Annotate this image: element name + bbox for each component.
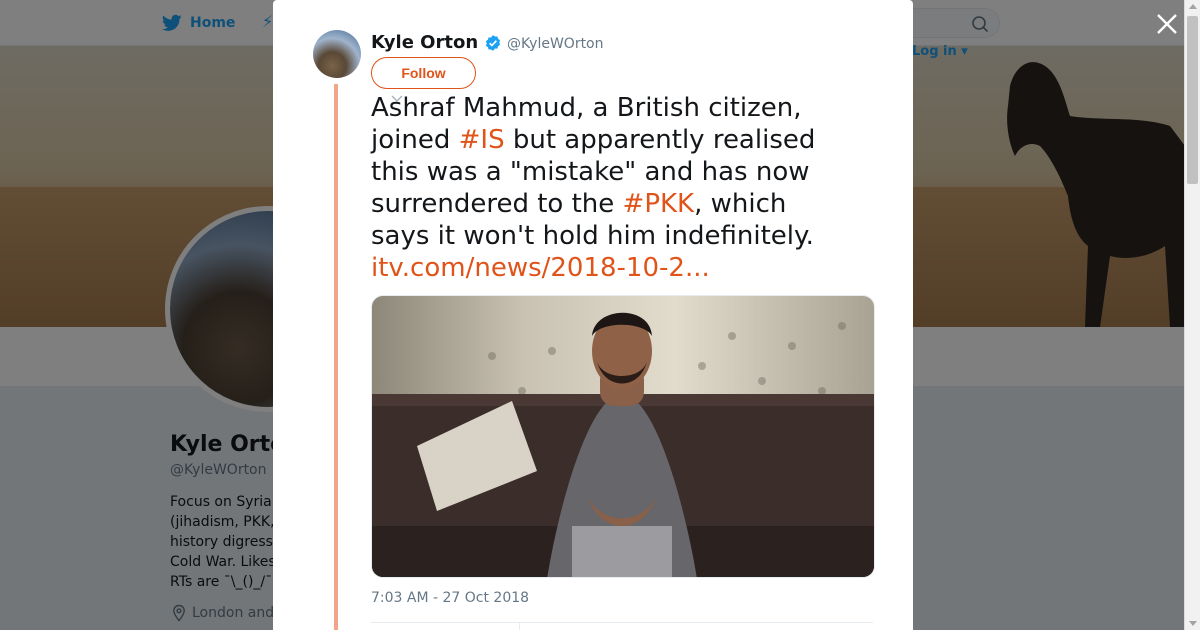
tweet-url-link[interactable]: itv.com/news/2018-10-2... [371,252,871,284]
follow-button[interactable]: Follow [371,57,476,89]
close-icon[interactable] [1155,12,1179,36]
tweet-photo [372,296,874,577]
tweet-author-handle[interactable]: @KyleWOrton [507,36,604,52]
tweet-text-fragment: , which [694,189,787,219]
tweet-text-line: this was a "mistake" and has now [371,157,810,187]
verified-badge-icon [486,34,501,51]
tweet-timestamp[interactable]: 7:03 AM - 27 Oct 2018 [371,590,529,606]
tweet-text: Ashraf Mahmud, a British citizen, joined… [371,92,871,284]
scroll-down-arrow[interactable] [1189,621,1197,626]
thread-line [334,84,338,630]
tweet-text-fragment: surrendered to the [371,189,623,219]
tweet-text-fragment: but apparently realised [504,125,816,155]
tweet-divider [371,622,873,623]
page-scrollbar[interactable] [1184,0,1200,630]
tweet-text-line: Ashraf Mahmud, a British citizen, [371,93,802,123]
tweet-media-image[interactable] [371,295,875,578]
scroll-up-arrow[interactable] [1189,4,1197,9]
tweet-modal: Kyle Orton @KyleWOrton Follow Ashraf Mah… [273,0,913,630]
tweet-text-line: surrendered to the #PKK, which [371,188,871,220]
tweet-text-line: says it won't hold him indefinitely. [371,221,814,251]
tweet-author-name[interactable]: Kyle Orton [371,32,478,53]
tweet-author-name-row[interactable]: Kyle Orton [371,32,502,53]
tweet-author-avatar[interactable] [313,30,361,78]
hashtag-is-link[interactable]: #IS [459,125,505,155]
tweet-stats-divider [519,622,520,630]
tweet-text-line: joined #IS but apparently realised [371,124,871,156]
scroll-thumb[interactable] [1187,16,1198,184]
tweet-text-fragment: joined [371,125,459,155]
hashtag-pkk-link[interactable]: #PKK [623,189,695,219]
